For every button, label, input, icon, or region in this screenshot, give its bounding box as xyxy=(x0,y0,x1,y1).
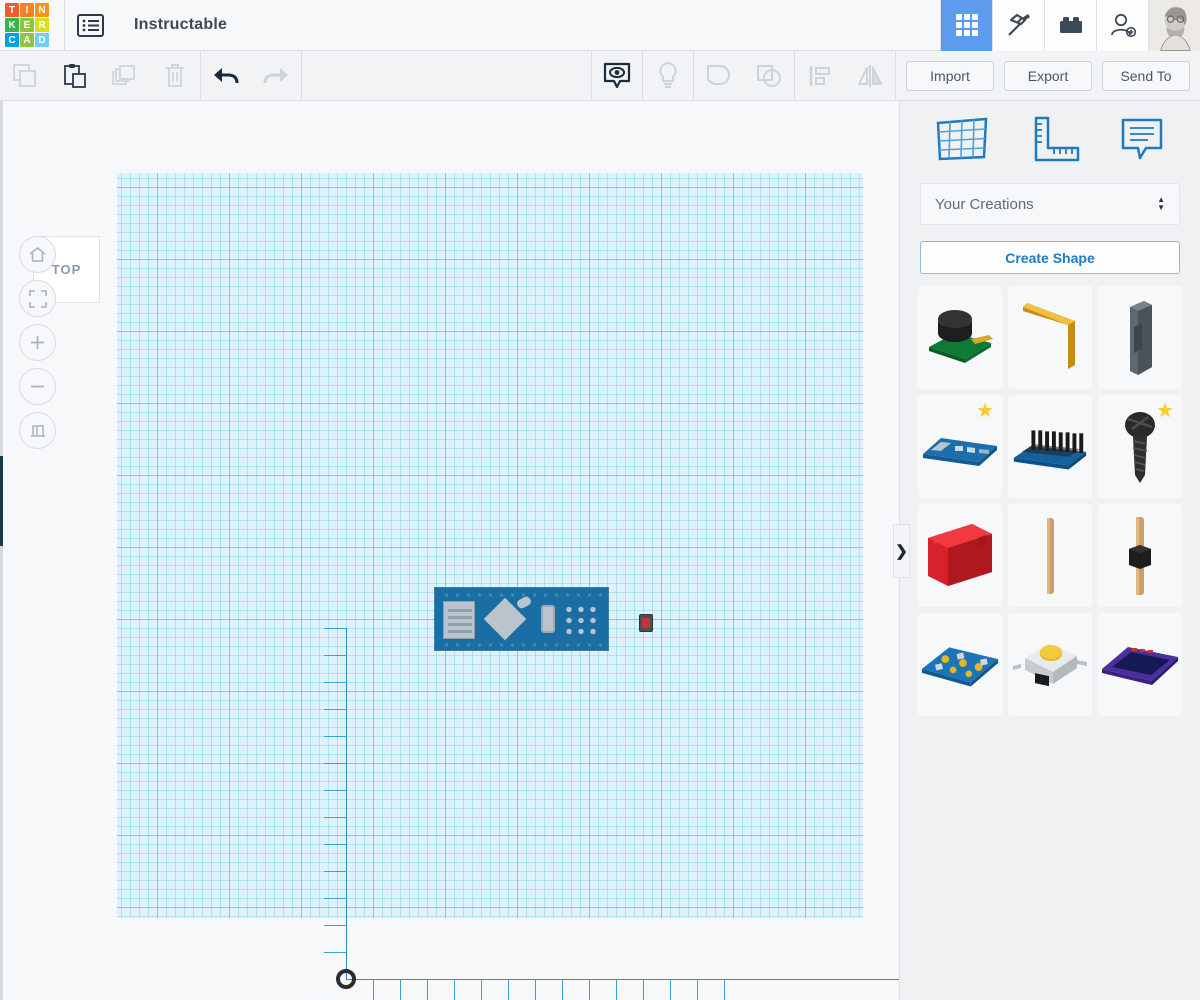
header-actions xyxy=(940,0,1200,51)
app-header: T I N K E R C A D Instructable xyxy=(0,0,1200,51)
buzzer-module-shape[interactable] xyxy=(918,286,1002,389)
dowel-hub-shape[interactable] xyxy=(1098,504,1182,607)
group-shapes-icon[interactable] xyxy=(694,51,744,100)
fit-to-view-icon[interactable] xyxy=(19,280,56,317)
copy-icon[interactable] xyxy=(0,51,50,100)
zoom-in-icon[interactable] xyxy=(19,324,56,361)
tactile-button-shape[interactable] xyxy=(1008,613,1092,716)
wooden-dowel-shape[interactable] xyxy=(1008,504,1092,607)
duplicate-icon[interactable] xyxy=(100,51,150,100)
panel-tab-bar xyxy=(900,101,1200,177)
close-icon[interactable]: × xyxy=(314,991,336,1000)
logo-letter: E xyxy=(20,18,34,32)
zoom-out-icon[interactable] xyxy=(19,368,56,405)
creations-dropdown-value: Your Creations xyxy=(935,195,1034,213)
delete-icon[interactable] xyxy=(150,51,200,100)
document-title[interactable]: Instructable xyxy=(134,16,227,34)
add-user-icon[interactable] xyxy=(1096,0,1148,51)
circuit-board-shape[interactable] xyxy=(918,613,1002,716)
left-scrollbar-thumb[interactable] xyxy=(0,456,3,546)
lightbulb-hint-icon[interactable] xyxy=(643,51,693,100)
import-button[interactable]: Import xyxy=(906,60,994,91)
align-icon[interactable] xyxy=(795,51,845,100)
blue-sensor-board-shape[interactable]: ★ xyxy=(918,395,1002,498)
horizontal-axis xyxy=(346,979,899,980)
mirror-flip-icon[interactable] xyxy=(845,51,895,100)
home-view-icon[interactable] xyxy=(19,236,56,273)
ruler-icon[interactable] xyxy=(1026,115,1082,163)
allen-wrench-shape[interactable] xyxy=(1008,286,1092,389)
gray-block-shape[interactable] xyxy=(1098,286,1182,389)
creations-dropdown[interactable]: Your Creations ▲ ▼ xyxy=(920,183,1180,225)
star-icon: ★ xyxy=(976,400,994,422)
workplane-grid-icon[interactable] xyxy=(934,115,990,163)
star-icon: ★ xyxy=(1156,400,1174,422)
origin-marker[interactable] xyxy=(336,969,356,989)
ungroup-shapes-icon[interactable] xyxy=(744,51,794,100)
arduino-nano-board[interactable] xyxy=(434,587,609,651)
note-icon[interactable] xyxy=(1118,115,1166,163)
vertical-axis xyxy=(346,628,347,979)
canvas-area[interactable]: Workplane xyxy=(0,101,899,1000)
export-button[interactable]: Export xyxy=(1004,60,1092,91)
tinkercad-app: T I N K E R C A D Instructable Import Ex… xyxy=(0,0,1200,1000)
workplane-grid[interactable]: Workplane xyxy=(117,173,899,1000)
lego-brick-icon[interactable] xyxy=(1044,0,1096,51)
screw-shape[interactable]: ★ xyxy=(1098,395,1182,498)
user-avatar[interactable] xyxy=(1148,0,1200,51)
logo-letter: D xyxy=(35,33,49,47)
paste-icon[interactable] xyxy=(50,51,100,100)
hamburger-list-icon[interactable] xyxy=(64,0,116,51)
small-red-component[interactable] xyxy=(639,614,653,632)
hammer-tools-icon[interactable] xyxy=(992,0,1044,51)
panel-collapse-chevron-icon[interactable]: ❯ xyxy=(893,524,910,578)
shape-library-grid: ★ ★ xyxy=(918,286,1182,716)
logo-letter: R xyxy=(35,18,49,32)
logo-letter: A xyxy=(20,33,34,47)
redo-icon[interactable] xyxy=(251,51,301,100)
oled-display-shape[interactable] xyxy=(1098,613,1182,716)
logo-letter: T xyxy=(5,3,19,17)
spinner-arrows-icon: ▲ ▼ xyxy=(1157,195,1165,212)
logo-letter: K xyxy=(5,18,19,32)
visibility-eye-icon[interactable] xyxy=(592,51,642,100)
logo-letter: I xyxy=(20,3,34,17)
main-toolbar: Import Export Send To xyxy=(0,51,1200,101)
perspective-toggle-icon[interactable] xyxy=(19,412,56,449)
tinkercad-logo[interactable]: T I N K E R C A D xyxy=(5,3,49,47)
create-shape-button[interactable]: Create Shape xyxy=(920,241,1180,274)
logo-letter: C xyxy=(5,33,19,47)
blocks-grid-icon[interactable] xyxy=(940,0,992,51)
shapes-panel: Your Creations ▲ ▼ Create Shape ★ ★ xyxy=(899,101,1200,1000)
left-scrollbar-track[interactable] xyxy=(0,101,3,1000)
undo-icon[interactable] xyxy=(201,51,251,100)
red-bucket-shape[interactable] xyxy=(918,504,1002,607)
pin-header-board-shape[interactable] xyxy=(1008,395,1092,498)
send-to-button[interactable]: Send To xyxy=(1102,60,1190,91)
logo-letter: N xyxy=(35,3,49,17)
